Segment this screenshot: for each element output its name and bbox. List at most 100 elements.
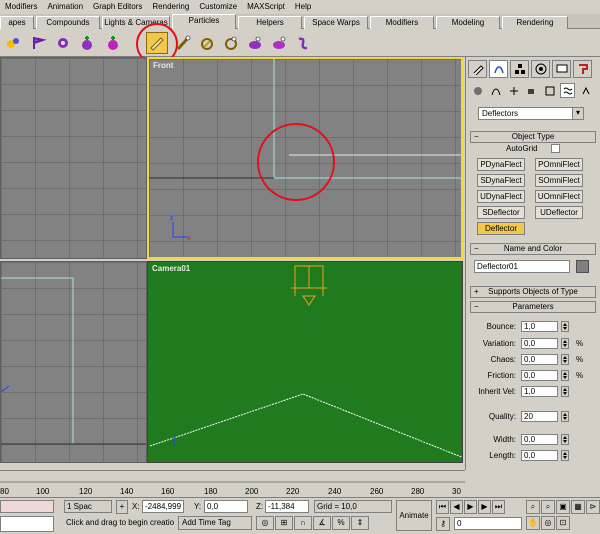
systems-category-icon[interactable] [578,83,593,98]
width-spinner[interactable] [561,434,569,445]
uomniflect-icon[interactable] [268,32,290,54]
menu-animation[interactable]: Animation [42,0,88,14]
key-mode-icon[interactable]: ⚷ [436,517,450,531]
tab-space-warps[interactable]: Space Warps [304,16,368,29]
helpers-category-icon[interactable] [542,83,557,98]
zoom-extents-all-icon[interactable]: ▦ [571,500,585,514]
tab-helpers[interactable]: Helpers [238,16,302,29]
lights-category-icon[interactable] [506,83,521,98]
maximize-viewport-icon[interactable]: ⊡ [556,516,570,530]
viewport-top[interactable] [0,57,147,259]
create-tab-icon[interactable] [468,60,487,78]
degradation-override-icon[interactable]: ⊞ [275,516,293,530]
field-of-view-icon[interactable]: ⊳ [586,500,600,514]
object-type-rollout-header[interactable]: − Object Type [470,131,596,143]
x-coordinate-field[interactable]: -2484,999 [142,500,184,513]
selection-lock-icon[interactable]: ◎ [256,516,274,530]
variation-spinner[interactable] [561,338,569,349]
tab-modifiers[interactable]: Modifiers [370,16,434,29]
uomniflect-button[interactable]: UOmniFlect [535,190,583,203]
object-color-swatch[interactable] [576,260,589,273]
sdynaflect-icon[interactable] [196,32,218,54]
viewport-left[interactable] [0,261,147,463]
tab-particles[interactable]: Particles [172,14,236,30]
width-input[interactable]: 0,0 [521,434,558,445]
spray-icon[interactable] [52,32,74,54]
utilities-tab-icon[interactable] [573,60,592,78]
menu-help[interactable]: Help [290,0,316,14]
angle-snap-icon[interactable]: ∡ [313,516,331,530]
tab-compounds[interactable]: Compounds [36,16,100,29]
timeline-ruler[interactable]: 80 100 120 140 160 180 200 220 240 260 2… [0,470,465,497]
display-tab-icon[interactable] [552,60,571,78]
zoom-all-icon[interactable]: ⌕ [541,500,555,514]
space-warps-category-icon[interactable] [560,83,575,98]
chaos-spinner[interactable] [561,354,569,365]
current-frame-field[interactable]: 0 [454,517,522,530]
snow-icon[interactable] [76,32,98,54]
name-color-rollout-header[interactable]: − Name and Color [470,243,596,255]
viewport-camera[interactable]: Camera01 [147,261,463,463]
autogrid-checkbox[interactable] [551,144,560,153]
modify-tab-icon[interactable] [489,60,508,78]
friction-input[interactable]: 0,0 [521,370,558,381]
snap-3d-icon[interactable]: ∩ [294,516,312,530]
parameters-rollout-header[interactable]: − Parameters [470,301,596,313]
somniflect-icon[interactable] [220,32,242,54]
animate-button[interactable]: Animate [396,500,432,531]
sdeflector-button[interactable]: SDeflector [477,206,525,219]
length-input[interactable]: 0,0 [521,450,558,461]
maxscript-input[interactable] [0,516,54,532]
supports-rollout-header[interactable]: + Supports Objects of Type [470,286,596,298]
object-name-input[interactable]: Deflector01 [474,260,570,273]
udynaflect-button[interactable]: UDynaFlect [477,190,525,203]
udeflector-button[interactable]: UDeflector [535,206,583,219]
y-coordinate-field[interactable]: 0,0 [204,500,248,513]
cameras-category-icon[interactable] [524,83,539,98]
pf-source-icon[interactable] [28,32,50,54]
menu-modifiers[interactable]: Modifiers [0,0,42,14]
inherit-vel-spinner[interactable] [561,386,569,397]
menu-maxscript[interactable]: MAXScript [242,0,290,14]
somniflect-button[interactable]: SOmniFlect [535,174,583,187]
play-icon[interactable]: ▶ [464,500,477,514]
pdynaflect-button[interactable]: PDynaFlect [477,158,525,171]
particle-flow-icon[interactable] [2,32,24,54]
blizzard-icon[interactable] [102,32,124,54]
motion-tab-icon[interactable] [531,60,550,78]
add-time-tag-button[interactable]: Add Time Tag [178,516,252,530]
lock-selection-icon[interactable]: + [116,500,128,514]
deflector-object-button[interactable]: Deflector [477,222,525,235]
tab-shapes[interactable]: apes [0,16,34,29]
tab-modeling[interactable]: Modeling [436,16,500,29]
category-dropdown[interactable]: Deflectors ▾ [478,107,584,120]
percent-snap-icon[interactable]: % [332,516,350,530]
previous-frame-icon[interactable]: ◀ [450,500,463,514]
goto-start-icon[interactable]: ⏮ [436,500,449,514]
quality-input[interactable]: 20 [521,411,558,422]
quality-spinner[interactable] [561,411,569,422]
goto-end-icon[interactable]: ⏭ [492,500,505,514]
zoom-extents-icon[interactable]: ▣ [556,500,570,514]
tab-rendering[interactable]: Rendering [502,16,568,29]
orbit-icon[interactable]: ◎ [541,516,555,530]
sdynaflect-button[interactable]: SDynaFlect [477,174,525,187]
geometry-category-icon[interactable] [470,83,485,98]
z-coordinate-field[interactable]: -11,384 [265,500,309,513]
spinner-snap-icon[interactable]: ⇕ [351,516,369,530]
menu-graph-editors[interactable]: Graph Editors [88,0,147,14]
sdeflector-icon[interactable] [292,32,314,54]
bounce-input[interactable]: 1,0 [521,321,558,332]
udynaflect-icon[interactable] [244,32,266,54]
menu-customize[interactable]: Customize [194,0,242,14]
pomniflect-button[interactable]: POmniFlect [535,158,583,171]
hierarchy-tab-icon[interactable] [510,60,529,78]
menu-rendering[interactable]: Rendering [147,0,194,14]
shapes-category-icon[interactable] [488,83,503,98]
pan-icon[interactable]: ✋ [526,516,540,530]
friction-spinner[interactable] [561,370,569,381]
bounce-spinner[interactable] [561,321,569,332]
variation-input[interactable]: 0,0 [521,338,558,349]
maxscript-listener[interactable] [0,500,54,513]
viewport-front[interactable]: Front z x [147,57,463,259]
